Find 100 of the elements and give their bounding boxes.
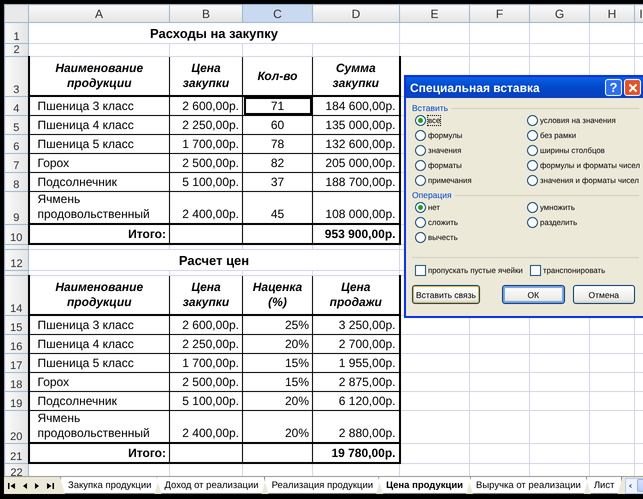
table-title: Расчет цен xyxy=(178,252,250,268)
row-header[interactable]: 16 xyxy=(4,334,28,354)
close-button[interactable] xyxy=(624,79,641,96)
radio-button[interactable] xyxy=(527,217,538,228)
table-cell: 184 600,00р. xyxy=(312,96,400,116)
row-header[interactable]: 3 xyxy=(4,56,28,96)
table-cell: Пшеница 5 класс xyxy=(28,354,170,372)
row-header[interactable]: 15 xyxy=(4,315,28,334)
radio-button[interactable] xyxy=(527,160,538,171)
sheet-tab[interactable]: Выручка от реализации xyxy=(468,477,589,494)
row-header[interactable]: 10 xyxy=(4,224,28,244)
radio-button[interactable] xyxy=(527,145,538,156)
table-cell: 6 120,00р. xyxy=(312,392,400,410)
previous-sheet-icon[interactable] xyxy=(22,482,28,490)
dialog-title: Специальная вставка xyxy=(410,80,541,94)
next-sheet-icon[interactable] xyxy=(34,482,40,490)
radio-button[interactable] xyxy=(527,202,538,213)
table-cell: 82 xyxy=(242,154,312,172)
first-sheet-icon[interactable] xyxy=(8,482,16,490)
column-header[interactable]: C xyxy=(242,4,312,22)
column-header[interactable]: G xyxy=(530,4,590,22)
row-header[interactable]: 8 xyxy=(4,172,28,192)
radio-button[interactable] xyxy=(527,130,538,141)
sheet-tab[interactable]: Закупка продукции xyxy=(60,477,160,494)
table-cell: 2 500,00р. xyxy=(170,372,242,392)
column-header[interactable]: D xyxy=(312,4,400,22)
radio-button[interactable] xyxy=(415,130,426,141)
scroll-left-icon[interactable] xyxy=(629,482,633,490)
row-header[interactable]: 6 xyxy=(4,134,28,154)
radio-button[interactable] xyxy=(415,217,426,228)
row-header[interactable]: 4 xyxy=(4,96,28,116)
dialog-button[interactable]: Отмена xyxy=(572,285,635,304)
sheet-tab[interactable]: Реализация продукции xyxy=(264,477,382,494)
checkbox[interactable] xyxy=(530,265,541,276)
radio-button[interactable] xyxy=(415,145,426,156)
row-header[interactable]: 20 xyxy=(4,410,28,443)
table-cell: 60 xyxy=(242,116,312,134)
column-header[interactable]: A xyxy=(28,4,170,22)
last-sheet-icon[interactable] xyxy=(46,482,54,490)
column-heading: Сумма закупки xyxy=(312,56,400,96)
radio-button[interactable] xyxy=(415,175,426,186)
radio-button[interactable] xyxy=(527,115,538,126)
radio-button[interactable] xyxy=(415,232,426,243)
row-header[interactable]: 2 xyxy=(4,44,28,56)
radio-button[interactable] xyxy=(415,202,426,213)
total-label: Итого: xyxy=(28,224,170,244)
table-cell: Горох xyxy=(28,154,170,172)
column-header[interactable]: E xyxy=(400,4,470,22)
help-button[interactable]: ? xyxy=(605,79,622,96)
row-header[interactable]: 5 xyxy=(4,116,28,134)
dialog-button[interactable]: ОК xyxy=(502,285,564,304)
row-header[interactable]: 1 xyxy=(4,22,28,44)
row-header[interactable]: 17 xyxy=(4,354,28,372)
column-heading: Наименование продукции xyxy=(28,276,170,315)
table-cell: 2 700,00р. xyxy=(312,334,400,354)
table-cell: Пшеница 3 класс xyxy=(28,315,170,334)
radio-button[interactable] xyxy=(527,175,538,186)
close-icon xyxy=(628,82,638,92)
table-cell: Подсолнечник xyxy=(28,392,170,410)
row-header[interactable]: 12 xyxy=(4,250,28,270)
table-cell: 15% xyxy=(242,372,312,392)
checkbox[interactable] xyxy=(415,265,426,276)
sheet-tab[interactable]: Цена продукции xyxy=(378,477,472,494)
table-cell: 2 600,00р. xyxy=(170,96,242,116)
total-value: 19 780,00р. xyxy=(312,443,400,463)
table-cell: Пшеница 3 класс xyxy=(28,96,170,116)
table-cell: 71 xyxy=(242,96,312,116)
radio-button[interactable] xyxy=(415,160,426,171)
row-header[interactable]: 18 xyxy=(4,372,28,392)
table-cell: 2 500,00р. xyxy=(170,154,242,172)
table-cell: 20% xyxy=(242,392,312,410)
table-cell: 2 875,00р. xyxy=(312,372,400,392)
total-value: 953 900,00р. xyxy=(312,224,400,244)
row-header[interactable]: 9 xyxy=(4,192,28,224)
table-cell: 1 700,00р. xyxy=(170,134,242,154)
table-cell: Горох xyxy=(28,372,170,392)
table-cell: 5 100,00р. xyxy=(170,392,242,410)
radio-button[interactable] xyxy=(415,115,426,126)
row-header[interactable]: 19 xyxy=(4,392,28,410)
column-heading: Кол-во xyxy=(242,56,312,96)
table-cell: Пшеница 5 класс xyxy=(28,134,170,154)
table-cell: 3 250,00р. xyxy=(312,315,400,334)
row-header[interactable]: 7 xyxy=(4,154,28,172)
table-cell: 78 xyxy=(242,134,312,154)
row-header[interactable]: 21 xyxy=(4,443,28,463)
sheet-tab[interactable]: Лист xyxy=(586,477,622,494)
column-header[interactable]: F xyxy=(470,4,530,22)
row-header[interactable]: 22 xyxy=(4,463,28,476)
column-header[interactable]: H xyxy=(590,4,634,22)
table-cell: 2 600,00р. xyxy=(170,315,242,334)
sheet-tab[interactable]: Доход от реализации xyxy=(156,477,267,494)
table-cell: 188 700,00р. xyxy=(312,172,400,192)
dialog-button[interactable]: Вставить связь xyxy=(412,285,480,304)
group-label: Вставить xyxy=(412,103,448,113)
column-header[interactable]: B xyxy=(170,4,242,22)
group-label: Операция xyxy=(412,190,452,200)
table-cell: 1 955,00р. xyxy=(312,354,400,372)
row-header[interactable]: 14 xyxy=(4,276,28,315)
table-cell: Ячмень продовольственный xyxy=(28,192,170,224)
column-heading: Наценка (%) xyxy=(242,276,312,315)
